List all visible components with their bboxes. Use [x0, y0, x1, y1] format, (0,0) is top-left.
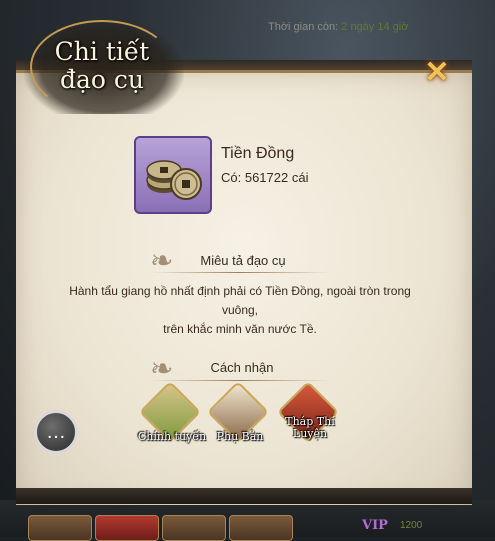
bottom-tab-2[interactable]: [95, 515, 159, 541]
chat-bubble-icon: …: [46, 421, 66, 443]
bottom-tab-3[interactable]: [162, 515, 226, 541]
source-main-story[interactable]: Chính tuyến: [138, 380, 206, 450]
bottom-tab-4[interactable]: [229, 515, 293, 541]
item-icon-frame: [134, 136, 212, 214]
source-label: Chính tuyến: [137, 430, 207, 443]
item-count: Có: 561722 cái: [221, 170, 309, 185]
description-line-2: trên khắc minh văn nước Tề.: [163, 322, 317, 336]
description-heading: Miêu tả đạo cụ: [200, 253, 286, 268]
item-name: Tiền Đồng: [221, 145, 295, 162]
section-divider: [150, 380, 330, 381]
bottom-tab-1[interactable]: [28, 515, 92, 541]
panel-title: Chi tiết đạo cụ: [40, 38, 164, 94]
timer-label: Thời gian còn:: [268, 21, 342, 33]
source-trial-tower[interactable]: Tháp Thí Luyện: [276, 380, 342, 450]
source-label: Tháp Thí Luyện: [285, 415, 335, 440]
source-label: Phụ Bản: [216, 430, 264, 443]
source-dungeon[interactable]: Phụ Bản: [206, 380, 272, 450]
close-icon: ✕: [424, 56, 450, 89]
panel-bottom-border: [16, 488, 472, 504]
event-timer: Thời gian còn: 2 ngày 14 giờ: [268, 21, 408, 33]
chat-button[interactable]: …: [34, 410, 78, 454]
vip-value: 1200: [400, 520, 423, 531]
item-description: Hành tẩu giang hồ nhất định phải có Tiền…: [60, 282, 420, 339]
title-line-1: Chi tiết: [54, 37, 150, 66]
section-divider: [150, 272, 330, 273]
description-line-1: Hành tẩu giang hồ nhất định phải có Tiền…: [69, 284, 411, 317]
copper-coins-icon: [146, 160, 202, 200]
timer-value: 2 ngày 14 giờ: [341, 21, 409, 33]
sources-heading: Cách nhận: [210, 360, 274, 375]
close-button[interactable]: ✕: [420, 56, 454, 90]
vip-badge: VIP: [362, 518, 388, 533]
title-line-2: đạo cụ: [59, 65, 144, 94]
